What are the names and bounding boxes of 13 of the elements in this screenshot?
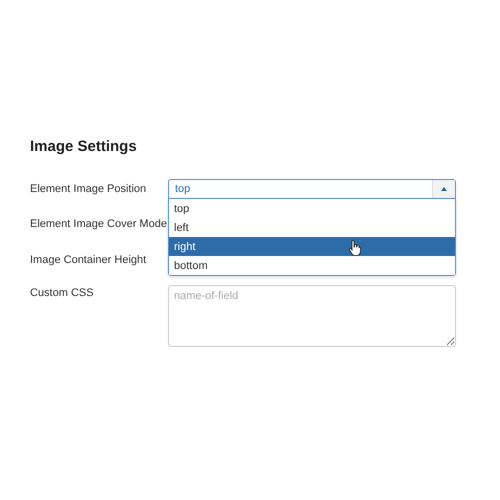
dropdown-option[interactable]: left (169, 218, 455, 237)
caret-icon (432, 180, 455, 198)
field-label: Element Image Cover Mode (30, 217, 168, 230)
dropdown-option[interactable]: bottom (169, 256, 455, 275)
select-field[interactable]: top (168, 179, 456, 199)
hand-cursor-icon (349, 240, 361, 256)
dropdown-option[interactable]: top (169, 199, 455, 218)
field-label: Element Image Position (30, 182, 148, 195)
dropdown-option[interactable]: right (169, 237, 455, 256)
field-label: Image Container Height (30, 253, 148, 266)
field-label: Custom CSS (30, 286, 95, 299)
section-title: Image Settings (30, 138, 138, 155)
css-textarea[interactable]: name-of-field (168, 285, 456, 347)
